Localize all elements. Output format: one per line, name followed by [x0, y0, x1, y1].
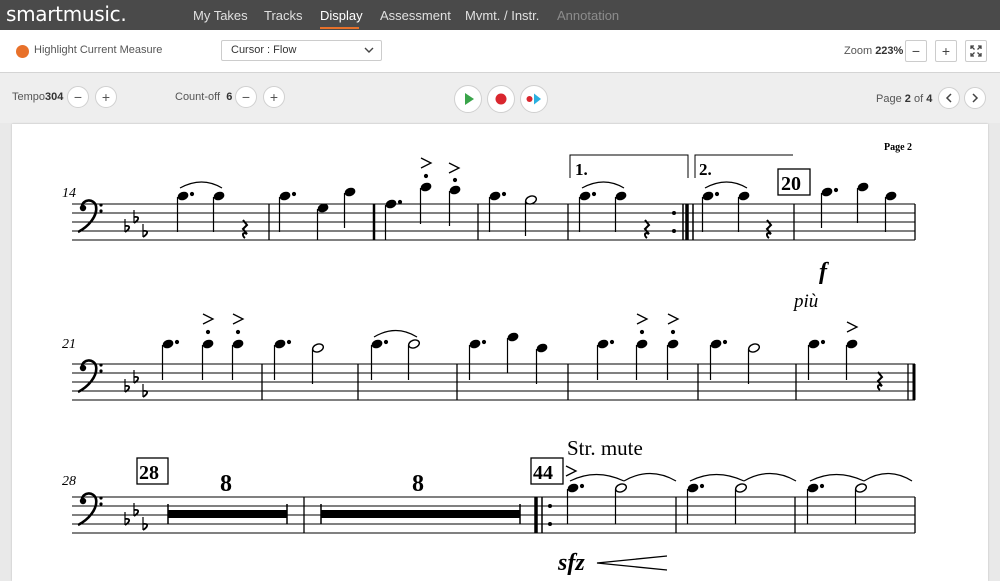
page-of: of — [913, 93, 924, 105]
volta-2-label: 2. — [699, 160, 712, 179]
rehearsal-mark: 20 — [781, 173, 801, 195]
countoff-increase-button[interactable]: + — [263, 86, 285, 108]
page-total: 4 — [926, 93, 933, 105]
previous-page-button[interactable] — [938, 87, 960, 109]
flat-icon — [133, 369, 140, 384]
chevron-down-icon — [364, 47, 374, 53]
score-page[interactable]: Page 2 14 1. 2. 20 f più 21 28 28 8 8 44… — [12, 124, 988, 581]
active-tab-indicator — [320, 27, 359, 29]
play-icon — [465, 93, 474, 105]
highlight-label: Highlight Current Measure — [34, 44, 163, 56]
multirest-bar — [321, 510, 520, 518]
volta-1-label: 1. — [575, 160, 588, 179]
next-page-button[interactable] — [964, 87, 986, 109]
record-button[interactable] — [487, 85, 515, 113]
nav-mvmt-instr[interactable]: Mvmt. / Instr. — [465, 8, 539, 23]
multirest-bar — [168, 510, 287, 518]
flat-icon — [142, 223, 149, 238]
flat-icon — [133, 209, 140, 224]
countoff-value: 6 — [226, 91, 233, 103]
flat-icon — [124, 378, 131, 393]
rehearsal-mark: 44 — [533, 462, 553, 484]
page-label: Page — [876, 93, 902, 105]
highlight-toggle[interactable] — [16, 45, 29, 58]
nav-my-takes[interactable]: My Takes — [193, 8, 248, 23]
flat-icon — [124, 511, 131, 526]
technique-text: Str. mute — [567, 436, 643, 460]
zoom-indicator: Zoom 223% — [844, 45, 903, 57]
tempo-display: Tempo304 — [12, 91, 63, 103]
play-button[interactable] — [454, 85, 482, 113]
notes-system-1 — [176, 157, 897, 240]
nav-display[interactable]: Display — [320, 8, 363, 23]
zoom-out-button[interactable]: − — [905, 40, 927, 62]
nav-tracks[interactable]: Tracks — [264, 8, 303, 23]
flat-icon — [142, 383, 149, 398]
notes-system-2 — [161, 313, 883, 391]
zoom-value: 223% — [875, 45, 904, 57]
nav-annotation: Annotation — [557, 8, 620, 23]
play-from-record-button[interactable] — [520, 85, 548, 113]
bass-clef-icon — [76, 359, 104, 394]
smartmusic-logo: smartmusic. — [6, 2, 127, 26]
record-icon — [495, 93, 507, 105]
bass-clef-icon — [76, 199, 104, 234]
rehearsal-mark: 28 — [139, 462, 159, 484]
page-indicator: Page 2 of 4 — [876, 93, 932, 105]
play-from-record-icon — [526, 93, 541, 105]
chevron-left-icon — [945, 93, 952, 103]
multirest-count: 8 — [220, 471, 232, 497]
page-header: Page 2 — [884, 142, 912, 153]
multirest-count: 8 — [412, 471, 424, 497]
tempo-decrease-button[interactable]: − — [67, 86, 89, 108]
chevron-right-icon — [972, 93, 979, 103]
tempo-label: Tempo — [12, 91, 46, 103]
flat-icon — [142, 516, 149, 531]
page-current: 2 — [904, 93, 911, 105]
measure-number: 14 — [62, 186, 76, 201]
flat-icon — [124, 218, 131, 233]
staff-system-2 — [72, 363, 915, 401]
fullscreen-icon — [970, 45, 982, 57]
zoom-in-button[interactable]: + — [935, 40, 957, 62]
dynamic-sfz: sfz — [557, 550, 585, 576]
fullscreen-button[interactable] — [965, 40, 987, 62]
zoom-label: Zoom — [844, 45, 873, 57]
tempo-increase-button[interactable]: + — [95, 86, 117, 108]
cursor-select-value: Cursor : Flow — [231, 44, 297, 56]
cursor-select[interactable]: Cursor : Flow — [221, 40, 382, 61]
countoff-label: Count-off — [175, 91, 221, 103]
top-nav: smartmusic. My Takes Tracks Display Asse… — [0, 0, 1000, 30]
countoff-decrease-button[interactable]: − — [235, 86, 257, 108]
volta-brackets — [569, 154, 793, 178]
bass-clef-icon — [76, 492, 104, 527]
staff-system-1 — [72, 203, 915, 241]
decrescendo-hairpin — [596, 555, 668, 571]
measure-number: 21 — [62, 337, 76, 352]
nav-assessment[interactable]: Assessment — [380, 8, 451, 23]
flat-icon — [133, 502, 140, 517]
measure-number: 28 — [62, 474, 76, 489]
dynamic-forte: f — [819, 259, 829, 285]
tempo-value: 304 — [45, 91, 64, 103]
score-svg: Page 2 14 1. 2. 20 f più 21 28 28 8 8 44… — [62, 142, 916, 576]
dynamic-piu: più — [792, 291, 818, 312]
countoff-display: Count-off 6 — [175, 91, 232, 103]
